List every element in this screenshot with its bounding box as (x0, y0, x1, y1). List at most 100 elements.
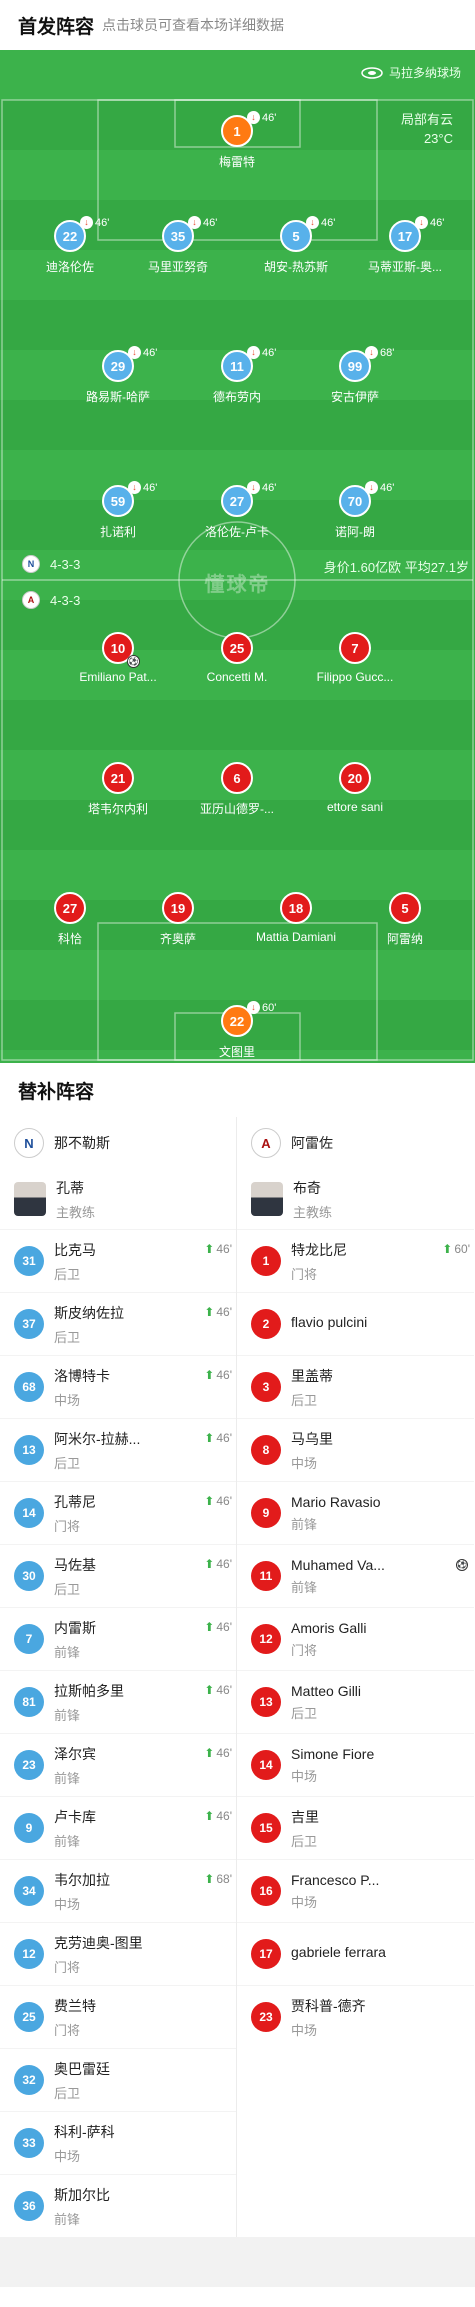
sub-off-icon: ↓ (247, 1001, 260, 1014)
sub-number-badge: 7 (14, 1624, 44, 1654)
player-home[interactable]: 29 ↓ 46' 路易斯-哈萨 (58, 346, 178, 405)
sub-player-row[interactable]: 17 gabriele ferrara (237, 1922, 474, 1985)
sub-player-row[interactable]: 9 卢卡库 前锋 ⬆ 46' (0, 1796, 236, 1859)
player-number: 5 (401, 900, 409, 916)
sub-player-row[interactable]: 25 费兰特 门将 (0, 1985, 236, 2048)
sub-player-info: 斯皮纳佐拉 后卫 (54, 1303, 164, 1346)
player-away[interactable]: 19 齐奥萨 (118, 892, 238, 947)
sub-player-info: Amoris Galli 门将 (291, 1620, 401, 1659)
sub-player-row[interactable]: 34 韦尔加拉 中场 ⬆ 68' (0, 1859, 236, 1922)
player-away[interactable]: 21 塔韦尔内利 (58, 762, 178, 817)
sub-player-info: 贾科普-德齐 中场 (291, 1996, 401, 2039)
substitution-on-tag: ⬆ 46' (204, 1242, 232, 1256)
away-team-row[interactable]: A 阿雷佐 (237, 1117, 474, 1169)
sub-player-row[interactable]: 68 洛博特卡 中场 ⬆ 46' (0, 1355, 236, 1418)
sub-player-row[interactable]: 9 Mario Ravasio 前锋 (237, 1481, 474, 1544)
player-home[interactable]: 70 ↓ 46' 诺阿-朗 (295, 481, 415, 540)
sub-player-row[interactable]: 31 比克马 后卫 ⬆ 46' (0, 1229, 236, 1292)
sub-player-row[interactable]: 2 flavio pulcini (237, 1292, 474, 1355)
player-home[interactable]: 22 ↓ 46' 迪洛伦佐 (10, 216, 130, 275)
sub-player-row[interactable]: 14 孔蒂尼 门将 ⬆ 46' (0, 1481, 236, 1544)
substitution-tag: ↓ 60' (247, 1001, 276, 1014)
player-number: 11 (230, 358, 244, 374)
away-coach-row[interactable]: 布奇 主教练 (237, 1169, 474, 1229)
sub-player-row[interactable]: 23 泽尔宾 前锋 ⬆ 46' (0, 1733, 236, 1796)
sub-player-info: 拉斯帕多里 前锋 (54, 1681, 164, 1724)
player-home[interactable]: 59 ↓ 46' 扎诺利 (58, 481, 178, 540)
sub-player-row[interactable]: 3 里盖蒂 后卫 (237, 1355, 474, 1418)
sub-player-info: flavio pulcini (291, 1314, 401, 1334)
player-away[interactable]: 5 阿雷纳 (345, 892, 465, 947)
sub-player-info: 内雷斯 前锋 (54, 1618, 164, 1661)
sub-player-row[interactable]: 14 Simone Fiore 中场 (237, 1733, 474, 1796)
subs-title: 替补阵容 (18, 1081, 95, 1103)
sub-player-row[interactable]: 30 马佐基 后卫 ⬆ 46' (0, 1544, 236, 1607)
substitution-on-tag: ⬆ 68' (204, 1872, 232, 1886)
sub-player-name: 里盖蒂 (291, 1367, 333, 1384)
sub-player-info: Matteo Gilli 后卫 (291, 1683, 401, 1722)
sub-number-badge: 13 (14, 1435, 44, 1465)
substitution-on-tag: ⬆ 46' (204, 1809, 232, 1823)
sub-player-row[interactable]: 11 Muhamed Va... 前锋 ⚽ (237, 1544, 474, 1607)
player-number: 17 (397, 228, 413, 244)
sub-player-row[interactable]: 13 阿米尔-拉赫... 后卫 ⬆ 46' (0, 1418, 236, 1481)
sub-player-row[interactable]: 33 科利-萨科 中场 (0, 2111, 236, 2174)
sub-player-position: 后卫 (54, 2085, 81, 2101)
player-name: Mattia Damiani (255, 930, 337, 944)
player-away[interactable]: 27 科恰 (10, 892, 130, 947)
sub-player-row[interactable]: 23 贾科普-德齐 中场 (237, 1985, 474, 2048)
sub-player-row[interactable]: 8 马乌里 中场 (237, 1418, 474, 1481)
player-away[interactable]: 18 Mattia Damiani (236, 892, 356, 944)
sub-player-name: 斯皮纳佐拉 (54, 1304, 124, 1321)
sub-player-row[interactable]: 1 特龙比尼 门将 ⬆ 60' (237, 1229, 474, 1292)
sub-player-name: Matteo Gilli (291, 1682, 362, 1699)
substitution-minute: 68' (380, 346, 395, 359)
player-number: 21 (110, 770, 126, 786)
sub-player-row[interactable]: 36 斯加尔比 前锋 (0, 2174, 236, 2237)
sub-player-info: 马乌里 中场 (291, 1429, 401, 1472)
substitution-minute: 46' (321, 216, 336, 229)
player-home[interactable]: 17 ↓ 46' 马蒂亚斯-奥... (345, 216, 465, 275)
sub-player-row[interactable]: 37 斯皮纳佐拉 后卫 ⬆ 46' (0, 1292, 236, 1355)
sub-number-badge: 1 (251, 1246, 281, 1276)
sub-player-position: 前锋 (54, 1707, 81, 1723)
sub-player-row[interactable]: 15 吉里 后卫 (237, 1796, 474, 1859)
substitution-tag: ↓ 46' (80, 216, 109, 229)
player-home[interactable]: 11 ↓ 46' 德布劳内 (177, 346, 297, 405)
away-coach-name: 布奇 (293, 1179, 321, 1196)
home-team-row[interactable]: N 那不勒斯 (0, 1117, 236, 1169)
sub-player-row[interactable]: 32 奥巴雷廷 后卫 (0, 2048, 236, 2111)
sub-player-row[interactable]: 16 Francesco P... 中场 (237, 1859, 474, 1922)
player-name: Filippo Gucc... (316, 670, 394, 684)
sub-on-icon: ⬆ (204, 1305, 215, 1319)
player-away[interactable]: 7 Filippo Gucc... (295, 632, 415, 684)
player-home[interactable]: 5 ↓ 46' 胡安-热苏斯 (236, 216, 356, 275)
sub-number-badge: 12 (251, 1624, 281, 1654)
player-number: 20 (347, 770, 363, 786)
sub-player-row[interactable]: 81 拉斯帕多里 前锋 ⬆ 46' (0, 1670, 236, 1733)
player-home[interactable]: 1 ↓ 46' 梅雷特 (177, 111, 297, 170)
away-team-name: 阿雷佐 (291, 1135, 333, 1151)
player-number: 22 (62, 228, 78, 244)
player-home[interactable]: 35 ↓ 46' 马里亚努奇 (118, 216, 238, 275)
home-coach-row[interactable]: 孔蒂 主教练 (0, 1169, 236, 1229)
player-home[interactable]: 27 ↓ 46' 洛伦佐-卢卡 (177, 481, 297, 540)
player-away[interactable]: 10 ⚽ Emiliano Pat... (58, 632, 178, 684)
sub-player-row[interactable]: 12 克劳迪奥-图里 门将 (0, 1922, 236, 1985)
sub-player-row[interactable]: 7 内雷斯 前锋 ⬆ 46' (0, 1607, 236, 1670)
player-number-badge: 5 ↓ 46' (280, 216, 335, 252)
home-team-name: 那不勒斯 (54, 1135, 110, 1151)
away-subs-column: A 阿雷佐 布奇 主教练 1 特龙比尼 门将 ⬆ 60' 2 flavio pulcini 3… (237, 1117, 474, 2237)
sub-player-name: 克劳迪奥-图里 (54, 1934, 143, 1951)
player-away[interactable]: 20 ettore sani (295, 762, 415, 814)
player-away[interactable]: 6 亚历山德罗-... (177, 762, 297, 817)
sub-player-row[interactable]: 13 Matteo Gilli 后卫 (237, 1670, 474, 1733)
sub-player-row[interactable]: 12 Amoris Galli 门将 (237, 1607, 474, 1670)
player-number-badge: 99 ↓ 68' (339, 346, 394, 382)
home-subs-list: 31 比克马 后卫 ⬆ 46' 37 斯皮纳佐拉 后卫 ⬆ 46' 68 洛博特卡 中场 ⬆ 46' 13 阿米… (0, 1229, 236, 2237)
sub-number-badge: 37 (14, 1309, 44, 1339)
player-away[interactable]: 22 ↓ 60' 文图里 (177, 1001, 297, 1060)
player-home[interactable]: 99 ↓ 68' 安古伊萨 (295, 346, 415, 405)
player-away[interactable]: 25 Concetti M. (177, 632, 297, 684)
sub-on-minute: 46' (216, 1557, 232, 1571)
